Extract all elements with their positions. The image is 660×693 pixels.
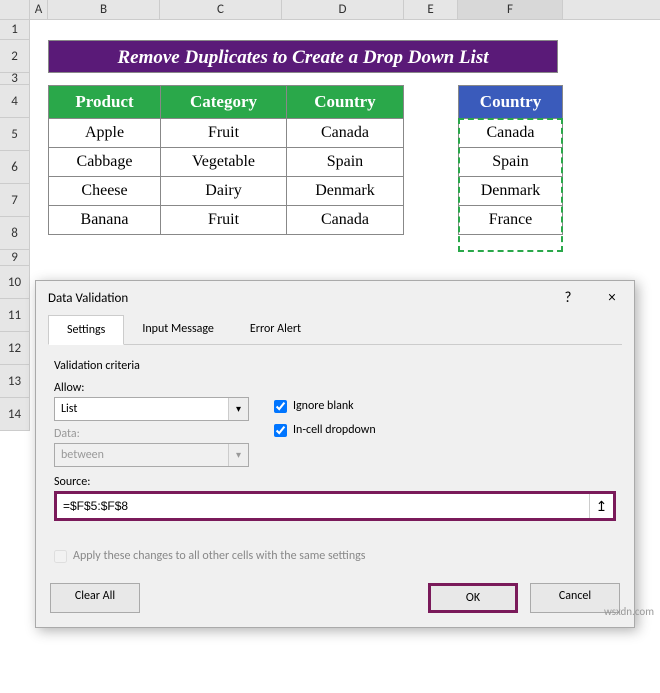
row-header[interactable]: 11 — [0, 299, 29, 332]
incell-dropdown-checkbox[interactable]: In-cell dropdown — [274, 423, 376, 437]
col-header-A[interactable]: A — [30, 0, 48, 19]
main-data-table: Product Category Country AppleFruitCanad… — [48, 85, 404, 235]
country-list-table: Country Canada Spain Denmark France — [458, 85, 563, 235]
header-country: Country — [286, 86, 403, 119]
header-category: Category — [161, 86, 287, 119]
title-banner: Remove Duplicates to Create a Drop Down … — [48, 40, 558, 73]
tab-input-message[interactable]: Input Message — [124, 315, 232, 344]
allow-dropdown[interactable]: List ▾ — [54, 397, 249, 421]
data-dropdown: between ▾ — [54, 443, 249, 467]
row-header[interactable]: 10 — [0, 266, 29, 299]
col-header-E[interactable]: E — [404, 0, 458, 19]
row-header[interactable]: 8 — [0, 217, 29, 250]
dialog-title: Data Validation — [48, 291, 128, 306]
list-item: Denmark — [459, 177, 563, 206]
row-header[interactable]: 9 — [0, 250, 29, 266]
row-header[interactable]: 1 — [0, 20, 29, 40]
select-all-corner[interactable] — [0, 0, 30, 19]
row-header[interactable]: 2 — [0, 40, 29, 73]
table-row: BananaFruitCanada — [49, 206, 404, 235]
col-header-F[interactable]: F — [458, 0, 563, 19]
col-header-D[interactable]: D — [282, 0, 404, 19]
list-item: France — [459, 206, 563, 235]
table-row: AppleFruitCanada — [49, 119, 404, 148]
apply-changes-input — [54, 550, 67, 563]
allow-value: List — [55, 402, 228, 416]
row-header[interactable]: 6 — [0, 151, 29, 184]
row-header[interactable]: 7 — [0, 184, 29, 217]
ok-button[interactable]: OK — [428, 583, 518, 613]
list-item: Canada — [459, 119, 563, 148]
source-input[interactable] — [57, 494, 589, 518]
row-header[interactable]: 4 — [0, 85, 29, 118]
chevron-down-icon: ▾ — [228, 444, 248, 466]
incell-input[interactable] — [274, 424, 287, 437]
dialog-tabs: Settings Input Message Error Alert — [48, 315, 622, 345]
row-header[interactable]: 5 — [0, 118, 29, 151]
row-header[interactable]: 13 — [0, 365, 29, 398]
source-label: Source: — [54, 475, 616, 489]
data-validation-dialog: Data Validation ? × Settings Input Messa… — [35, 280, 635, 628]
apply-changes-checkbox: Apply these changes to all other cells w… — [54, 549, 616, 563]
watermark: wsxdn.com — [604, 605, 654, 618]
tab-error-alert[interactable]: Error Alert — [232, 315, 319, 344]
range-selector-icon[interactable]: ↥ — [589, 494, 613, 518]
dialog-titlebar[interactable]: Data Validation ? × — [36, 281, 634, 315]
clear-all-button[interactable]: Clear All — [50, 583, 140, 613]
allow-label: Allow: — [54, 381, 254, 395]
tab-settings[interactable]: Settings — [48, 315, 124, 345]
chevron-down-icon[interactable]: ▾ — [228, 398, 248, 420]
ignore-blank-checkbox[interactable]: Ignore blank — [274, 399, 354, 413]
data-label: Data: — [54, 427, 254, 441]
header-product: Product — [49, 86, 161, 119]
ignore-blank-input[interactable] — [274, 400, 287, 413]
row-header[interactable]: 14 — [0, 398, 29, 431]
header-country-list: Country — [459, 86, 563, 119]
help-button[interactable]: ? — [558, 289, 578, 307]
column-headers: A B C D E F — [0, 0, 660, 20]
row-header[interactable]: 12 — [0, 332, 29, 365]
table-row: CabbageVegetableSpain — [49, 148, 404, 177]
source-input-wrap: ↥ — [54, 491, 616, 521]
criteria-label: Validation criteria — [54, 359, 616, 373]
col-header-B[interactable]: B — [48, 0, 160, 19]
list-item: Spain — [459, 148, 563, 177]
data-value: between — [55, 448, 228, 462]
table-row: CheeseDairyDenmark — [49, 177, 404, 206]
col-header-C[interactable]: C — [160, 0, 282, 19]
row-header[interactable]: 3 — [0, 73, 29, 85]
row-headers: 1 2 3 4 5 6 7 8 9 10 11 12 13 14 — [0, 20, 30, 431]
close-button[interactable]: × — [602, 289, 622, 307]
